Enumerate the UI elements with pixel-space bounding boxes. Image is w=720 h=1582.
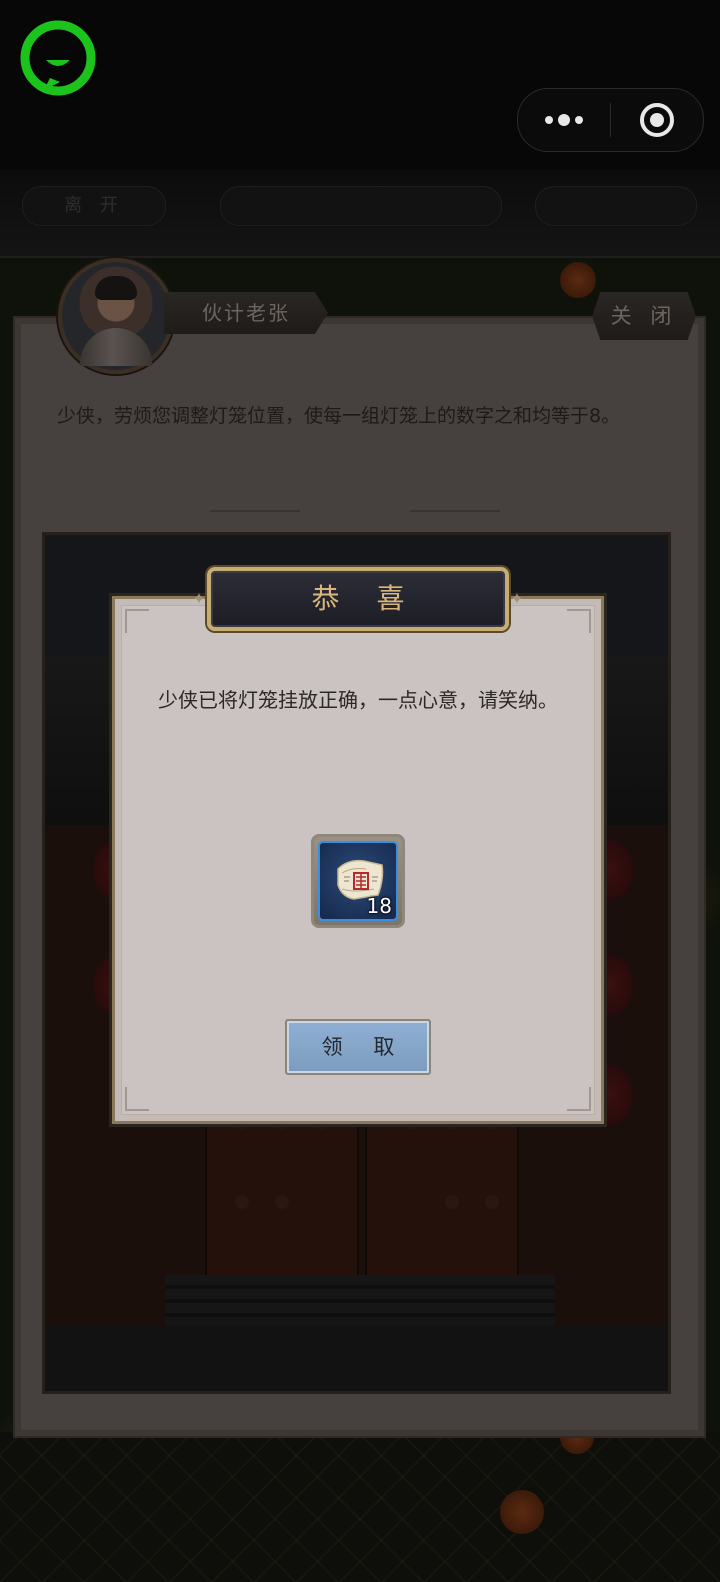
modal-title: 恭 喜 bbox=[207, 567, 509, 631]
reward-item-slot[interactable]: 18 bbox=[311, 834, 405, 928]
corner-ornament bbox=[567, 1087, 591, 1111]
corner-ornament bbox=[125, 1087, 149, 1111]
reward-item-frame: 18 bbox=[318, 841, 398, 921]
corner-ornament bbox=[567, 609, 591, 633]
flourish-right-icon: ✦ bbox=[510, 589, 524, 608]
claim-reward-button[interactable]: 领 取 bbox=[285, 1019, 431, 1075]
corner-ornament bbox=[125, 609, 149, 633]
modal-message: 少侠已将灯笼挂放正确，一点心意，请笑纳。 bbox=[158, 688, 558, 712]
reward-item-count: 18 bbox=[366, 894, 392, 918]
